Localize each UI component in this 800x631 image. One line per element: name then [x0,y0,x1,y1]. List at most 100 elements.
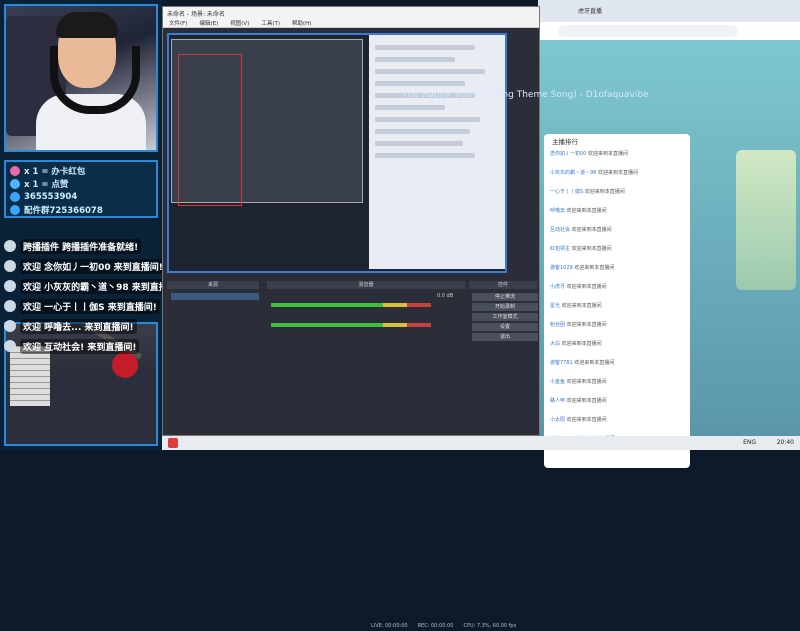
headphones [50,46,140,114]
chat-message: 游客1029 欢迎来到本直播间 [550,264,614,271]
gift-row-text: 配件群725366078 [24,205,103,216]
chat-nick[interactable]: 小太阳 [550,417,565,423]
exit-button[interactable]: 退出 [472,333,538,341]
chat-text: 欢迎来到本直播间 [566,379,607,385]
studio-mode-button[interactable]: 工作室模式 [472,313,538,321]
chat-message: 小灰灰的霸丶道丶98 欢迎来到本直播间 [550,169,638,176]
chat-message: 星光 欢迎来到本直播间 [550,302,602,309]
chat-message: 大白 欢迎来到本直播间 [550,340,602,347]
now-playing-overlay: The Happy Troll (Griefing Theme Song) - … [402,90,649,100]
chat-message: 路人甲 欢迎来到本直播间 [550,397,607,404]
live-status: LIVE: 00:00:00 [371,623,408,629]
cpu-status: CPU: 7.3%, 60.00 fps [463,623,517,629]
gift-row-text: 365553904 [24,191,78,202]
chat-message: 小金鱼 欢迎来到本直播间 [550,378,607,385]
chat-nick[interactable]: 粉丝团 [550,322,565,328]
menu-view[interactable]: 视图(V) [230,19,249,27]
gift-row: 365553904 [10,190,152,203]
window-title: 未命名 - 场景: 未命名 [163,7,539,19]
preview-canvas[interactable] [167,33,507,273]
menu-file[interactable]: 文件(F) [169,19,187,27]
chat-text: 欢迎来到本直播间 [574,360,615,366]
placeholder-row [375,153,475,158]
placeholder-row [375,105,445,110]
feed-overlay-lower: 欢迎 呼噜去... 来到直播间! 欢迎 互动社会! 来到直播间! [0,316,140,356]
chat-nick[interactable]: 游客1029 [550,265,573,271]
placeholder-row [375,129,470,134]
gift-icon [10,165,20,176]
source-item[interactable] [171,293,259,300]
menu-edit[interactable]: 编辑(E) [199,19,218,27]
avatar [4,340,16,352]
audio-meter [271,303,431,307]
chat-text: 欢迎来到本直播间 [566,208,607,214]
avatar [4,280,16,292]
menu-help[interactable]: 帮助(H) [292,19,311,27]
mixer-value: 0.0 dB [437,293,454,299]
side-banner[interactable] [736,150,796,290]
selection-box [178,54,242,206]
chat-nick[interactable]: 呼噜去 [550,208,565,214]
clock[interactable]: 20:40 [777,436,794,450]
feed-item: 欢迎 呼噜去... 来到直播间! [0,316,139,336]
chat-nick[interactable]: 红包领主 [550,246,570,252]
controls-header: 控件 [469,281,537,289]
settings-button[interactable]: 设置 [472,323,538,331]
chat-text: 欢迎来到本直播间 [587,151,628,157]
chat-message: 粉丝团 欢迎来到本直播间 [550,321,607,328]
obs-dock: 来源 混音器 0.0 dB 控件 停止推流 开始录制 工作室模式 设置 退出 L… [167,281,538,629]
chat-message: 小太阳 欢迎来到本直播间 [550,416,607,423]
chat-nick[interactable]: 游客7781 [550,360,573,366]
placeholder-row [375,57,455,62]
placeholder-row [375,45,475,50]
chat-text: 欢迎来到本直播间 [571,227,612,233]
language-indicator[interactable]: ENG [743,436,756,450]
chat-message: 一心于丨丨伽S 欢迎来到本直播间 [550,188,625,195]
gift-row: 配件群725366078 [10,203,152,216]
gift-row: x 1 = 点赞 [10,177,152,190]
chat-title: 主播排行 [552,138,578,146]
avatar [4,260,16,272]
menu-tools[interactable]: 工具(T) [261,19,280,27]
gift-row: x 1 = 办卡红包 [10,164,152,177]
chat-nick[interactable]: 一心于丨丨伽S [550,189,583,195]
chat-text: 欢迎来到本直播间 [574,265,615,271]
feed-text: 欢迎 互动社会! 来到直播间! [20,338,140,354]
source-item[interactable] [171,323,259,330]
feed-text: 欢迎 念你如丿一初00 来到直播间! [20,258,166,274]
gift-info-box: x 1 = 办卡红包 x 1 = 点赞 365553904 配件群7253660… [4,160,158,218]
avatar [4,320,16,332]
source-item[interactable] [171,313,259,320]
webcam-top [4,4,158,152]
start-record-button[interactable]: 开始录制 [472,303,538,311]
source-item[interactable] [171,303,259,310]
qq-icon [10,191,20,202]
chat-text: 欢迎来到本直播间 [584,189,625,195]
feed-text: 欢迎 一心于丨丨伽S 来到直播间! [20,298,160,314]
feed-item: 欢迎 互动社会! 来到直播间! [0,336,140,356]
chat-nick[interactable]: 大白 [550,341,560,347]
chat-text: 欢迎来到本直播间 [597,170,638,176]
nested-preview [171,39,363,206]
chat-message: 游客7781 欢迎来到本直播间 [550,359,614,366]
chat-message: 互动社会 欢迎来到本直播间 [550,226,612,233]
avatar [4,240,16,252]
chat-nick[interactable]: 小灰灰的霸丶道丶98 [550,170,596,176]
chat-nick[interactable]: 小金鱼 [550,379,565,385]
menu-bar: 文件(F) 编辑(E) 视图(V) 工具(T) 帮助(H) [163,19,539,28]
chat-nick[interactable]: 路人甲 [550,398,565,404]
avatar [4,300,16,312]
feed-text: 跨播插件 跨播插件准备就绪! [20,238,142,254]
chat-nick[interactable]: 星光 [550,303,560,309]
feed-item: 欢迎 念你如丿一初00 来到直播间! [0,256,166,276]
chat-text: 欢迎来到本直播间 [566,322,607,328]
browser-tab[interactable]: 虎牙直播 [578,6,602,15]
address-bar[interactable] [558,25,738,37]
stop-stream-button[interactable]: 停止推流 [472,293,538,301]
chat-nick[interactable]: 小虎牙 [550,284,565,290]
chat-nick[interactable]: 互动社会 [550,227,570,233]
chat-nick[interactable]: 念你如丿一初00 [550,151,586,157]
app-icon[interactable] [168,438,178,448]
feed-item: 跨播插件 跨播插件准备就绪! [0,236,162,256]
placeholder-row [375,81,465,86]
